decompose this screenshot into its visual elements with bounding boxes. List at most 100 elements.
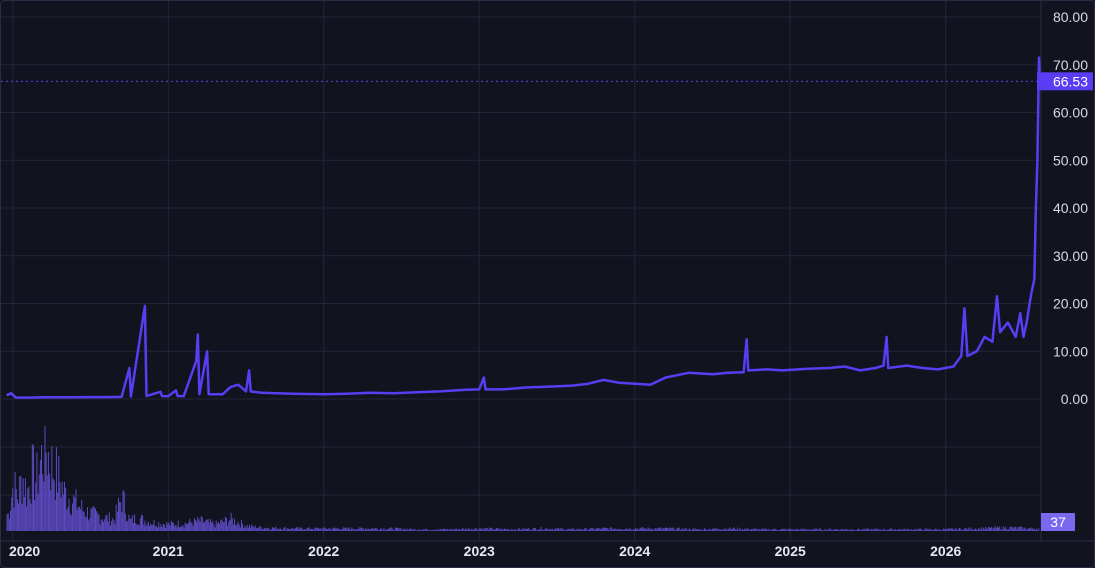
volume-bar [199, 521, 201, 531]
volume-bar [945, 528, 947, 531]
volume-bar [731, 528, 733, 531]
volume-bar [151, 524, 153, 531]
volume-bar [785, 528, 787, 531]
volume-bar [75, 489, 77, 531]
volume-bar [691, 529, 693, 531]
volume-bar [1037, 529, 1039, 531]
price-chart[interactable]: 80.00 70.00 60.00 50.00 40.00 30.00 20.00 10.00… [1, 1, 1095, 568]
volume-bar [631, 529, 633, 531]
volume-bar [632, 529, 634, 531]
volume-bar [50, 490, 52, 531]
volume-bar [833, 529, 835, 531]
volume-bar [714, 528, 716, 531]
volume-bar [130, 518, 132, 531]
volume-bar [898, 529, 900, 531]
volume-bar [869, 530, 871, 531]
volume-bar [89, 518, 91, 531]
volume-bar [216, 523, 218, 531]
volume-bar [571, 528, 573, 531]
volume-bar [531, 529, 533, 531]
volume-bar [944, 529, 946, 531]
volume-bar [850, 529, 852, 531]
volume-bar [408, 529, 410, 531]
volume-bar [247, 527, 249, 531]
volume-bar [586, 530, 588, 531]
volume-bar [250, 527, 252, 531]
volume-bar [99, 524, 101, 531]
volume-bar [569, 529, 571, 531]
volume-bar [715, 528, 717, 531]
volume-bar [895, 529, 897, 531]
volume-bar [166, 522, 168, 531]
volume-bar [225, 518, 227, 531]
volume-bar [191, 522, 193, 531]
volume-bar [439, 528, 441, 531]
volume-bar [910, 529, 912, 531]
volume-bar [177, 520, 179, 531]
volume-bar [200, 516, 202, 531]
volume-bar [346, 528, 348, 531]
volume-bar [764, 528, 766, 531]
volume-bar [879, 529, 881, 531]
volume-bar [926, 528, 928, 531]
volume-bar [336, 528, 338, 531]
volume-bar [261, 529, 263, 531]
volume-bar [18, 503, 20, 531]
volume-bar [546, 528, 548, 531]
volume-bar [91, 507, 93, 531]
volume-bar [221, 519, 223, 531]
volume-bar [82, 510, 84, 531]
volume-bar [541, 529, 543, 531]
volume-bar [705, 528, 707, 531]
volume-bar [101, 519, 103, 531]
volume-bar [1029, 528, 1031, 531]
volume-bar [923, 530, 925, 531]
volume-bar [801, 528, 803, 531]
volume-bar [901, 529, 903, 531]
volume-bar [684, 528, 686, 531]
volume-bar [486, 527, 488, 531]
volume-bar [747, 528, 749, 531]
volume-bar [203, 522, 205, 531]
volume-bar [646, 529, 648, 531]
y-tick-label: 20.00 [1053, 296, 1088, 312]
volume-bar [778, 530, 780, 531]
volume-bar [698, 528, 700, 531]
volume-bar [176, 527, 178, 531]
volume-bar [805, 529, 807, 531]
volume-bar [100, 519, 102, 531]
volume-bar [875, 528, 877, 531]
volume-bar [1015, 527, 1017, 531]
volume-bar [107, 521, 109, 531]
volume-bar [266, 528, 268, 531]
volume-bar [114, 523, 116, 531]
volume-bar [614, 528, 616, 531]
volume-bar [815, 528, 817, 531]
volume-bar [285, 529, 287, 531]
volume-bar [186, 524, 188, 531]
volume-bar [661, 528, 663, 531]
volume-bar [459, 529, 461, 531]
volume-bar [138, 525, 140, 531]
volume-bar [396, 527, 398, 531]
volume-bar [132, 522, 134, 531]
volume-bar [584, 528, 586, 531]
volume-bar [1010, 526, 1012, 531]
volume-bar [967, 529, 969, 531]
volume-bar [780, 529, 782, 531]
volume-bar [355, 529, 357, 531]
volume-bar [814, 528, 816, 531]
volume-bar [154, 526, 156, 531]
volume-bar [39, 459, 41, 531]
volume-bar [644, 528, 646, 531]
volume-bar [961, 529, 963, 531]
volume-bar [220, 520, 222, 531]
volume-bar [769, 530, 771, 531]
volume-bar [655, 528, 657, 531]
volume-bar [668, 528, 670, 531]
volume-bar [330, 529, 332, 531]
volume-bar [564, 529, 566, 531]
volume-bar [260, 527, 262, 531]
volume-bar [93, 507, 95, 531]
volume-bar [893, 529, 895, 531]
